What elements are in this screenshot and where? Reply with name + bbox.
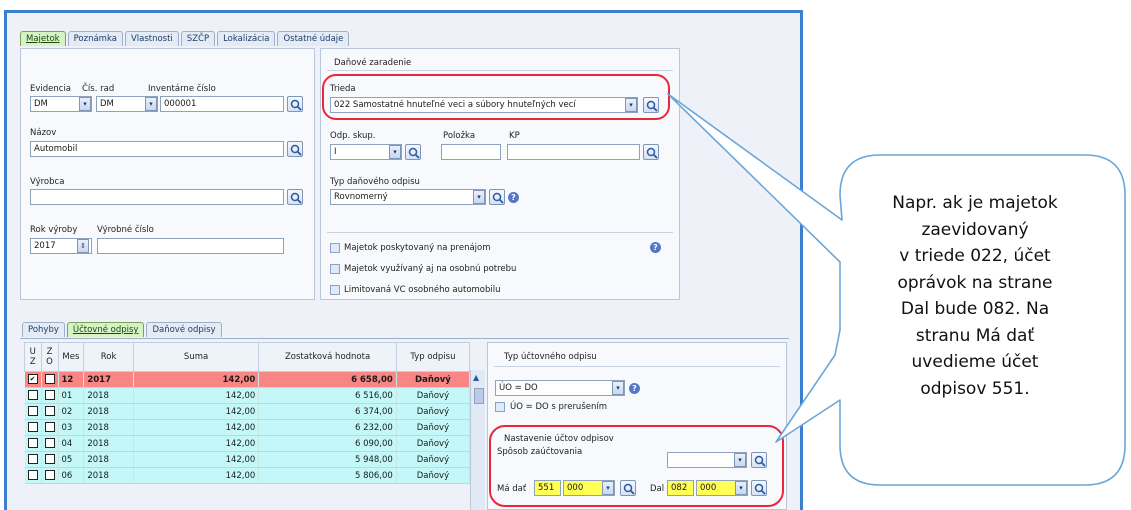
callout-line: Dal bude 082. Na xyxy=(900,299,1050,319)
callout-line: uvedieme účet xyxy=(911,352,1039,372)
callout-line: stranu Má dať xyxy=(915,325,1035,346)
callout-line: Napr. ak je majetok xyxy=(892,193,1058,213)
callout-text: Napr. ak je majetok zaevidovaný v triede… xyxy=(858,190,1092,402)
callout-line: oprávok na strane xyxy=(897,272,1053,293)
callout-line: odpisov 551. xyxy=(920,378,1030,399)
callout-line: zaevidovaný xyxy=(921,219,1029,240)
callout-line: v triede 022, účet xyxy=(899,246,1051,266)
